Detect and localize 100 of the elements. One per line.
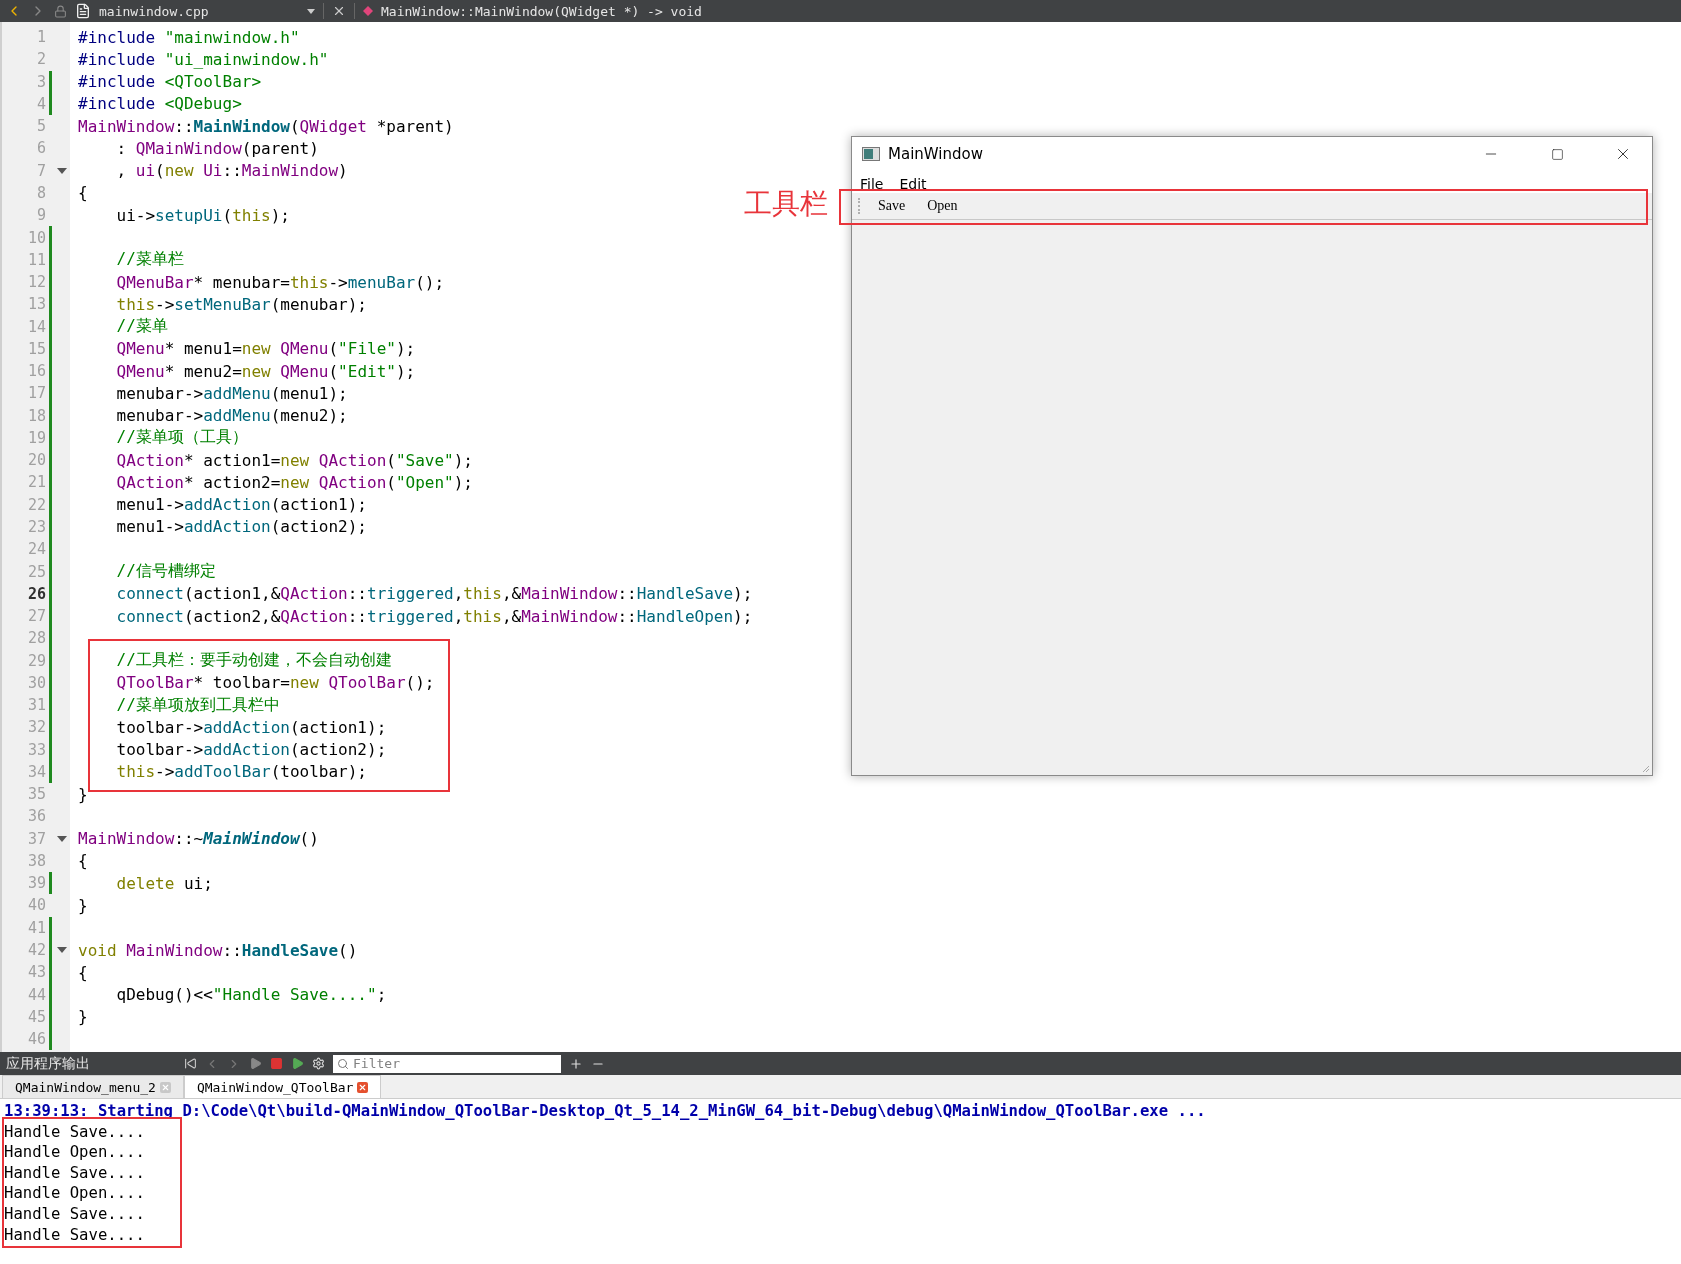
output-tab[interactable]: QMainWindow_menu_2 — [2, 1075, 184, 1098]
line-number: 39 — [26, 874, 46, 893]
code-line: //菜单 — [115, 316, 168, 338]
line-number: 22 — [26, 495, 46, 514]
line-number: 12 — [26, 273, 46, 292]
dropdown-icon[interactable] — [307, 8, 315, 14]
code-line: ui->setupUi(this); — [115, 205, 290, 225]
code-line: #include "ui_mainwindow.h" — [78, 49, 329, 69]
lock-icon[interactable] — [54, 4, 67, 18]
code-line: qDebug()<<"Handle Save...."; — [115, 985, 387, 1005]
code-line: toolbar->addAction(action1); — [115, 717, 387, 737]
code-line: #include <QToolBar> — [78, 72, 262, 92]
menu-item[interactable]: Edit — [899, 176, 927, 193]
line-number: 14 — [26, 317, 46, 336]
code-line: } — [78, 1007, 88, 1027]
maximize-icon[interactable] — [1550, 147, 1564, 161]
output-line: Handle Open.... — [4, 1183, 146, 1204]
clear-icon[interactable] — [184, 1057, 197, 1070]
toolbar-action[interactable]: Open — [921, 196, 964, 216]
line-number: 36 — [26, 807, 46, 826]
code-line: connect(action2,&QAction::triggered,this,&MainWindow::HandleOpen); — [115, 606, 753, 626]
line-number: 10 — [26, 228, 46, 247]
code-line: { — [78, 851, 88, 871]
code-line: void MainWindow::HandleSave() — [78, 940, 358, 960]
line-number: 9 — [35, 206, 46, 225]
filter-field[interactable]: Filter — [333, 1054, 561, 1073]
line-number: 31 — [26, 696, 46, 715]
menu-item[interactable]: File — [860, 176, 884, 193]
line-number: 3 — [35, 72, 46, 91]
line-number: 27 — [26, 607, 46, 626]
code-line: //菜单项（工具） — [115, 427, 248, 449]
line-number: 4 — [35, 94, 46, 113]
line-number: 5 — [35, 117, 46, 136]
output-line: Handle Open.... — [4, 1142, 146, 1163]
toolbar-action[interactable]: Save — [872, 196, 912, 216]
file-icon — [75, 3, 91, 19]
window-title: MainWindow — [888, 145, 984, 163]
symbol-name[interactable]: MainWindow::MainWindow(QWidget *) -> void — [381, 3, 702, 19]
code-line: connect(action1,&QAction::triggered,this,&MainWindow::HandleSave); — [115, 584, 753, 604]
code-line: toolbar->addAction(action2); — [115, 740, 387, 760]
fold-arrow-icon[interactable] — [57, 947, 67, 953]
line-number: 17 — [26, 384, 46, 403]
window-icon — [862, 147, 880, 161]
code-line: //工具栏：要手动创建，不会自动创建 — [115, 650, 392, 672]
line-number: 37 — [26, 829, 46, 848]
size-grip-icon[interactable] — [1642, 765, 1650, 773]
line-number: 11 — [26, 250, 46, 269]
line-number: 28 — [26, 629, 46, 648]
line-number: 23 — [26, 517, 46, 536]
line-number: 20 — [26, 451, 46, 470]
zoom-in-icon[interactable] — [569, 1056, 583, 1071]
code-line: , ui(new Ui::MainWindow) — [115, 161, 348, 181]
line-number: 46 — [26, 1030, 46, 1049]
diamond-icon — [363, 6, 373, 16]
output-tab[interactable]: QMainWindow_QToolBar — [183, 1075, 382, 1098]
line-number: 29 — [26, 651, 46, 670]
line-number: 41 — [26, 918, 46, 937]
line-number: 16 — [26, 362, 46, 381]
code-line: delete ui; — [115, 873, 213, 893]
output-line: Handle Save.... — [4, 1121, 146, 1143]
line-number: 35 — [26, 785, 46, 804]
code-line: //菜单栏 — [115, 249, 184, 271]
line-number: 32 — [26, 718, 46, 737]
fold-arrow-icon[interactable] — [57, 835, 67, 842]
line-number: 34 — [26, 762, 46, 781]
line-number: 33 — [26, 740, 46, 759]
close-icon[interactable] — [332, 4, 346, 18]
line-number: 13 — [26, 295, 46, 314]
line-number: 15 — [26, 339, 46, 358]
line-number: 43 — [26, 963, 46, 982]
output-line: Handle Save.... — [4, 1203, 146, 1225]
output-line: Handle Save.... — [4, 1224, 146, 1246]
code-line: //菜单项放到工具栏中 — [115, 694, 280, 716]
code-line: QMenu* menu2=new QMenu("Edit"); — [115, 361, 416, 381]
panel-title: 应用程序输出 — [6, 1054, 91, 1073]
code-line: } — [78, 896, 88, 915]
line-number: 6 — [35, 139, 46, 158]
output-line: 13:39:13: Starting D:\Code\Qt\build-QMainWindow_QToolBar-Desktop_Qt_5_14_2_MinGW_64_bit-Debug\debug\QMainWindow_QToolBar.exe ... — [4, 1101, 1207, 1122]
code-line: menu1->addAction(action2); — [115, 517, 367, 537]
code-line: menubar->addMenu(menu2); — [115, 406, 348, 426]
code-line: QMenu* menu1=new QMenu("File"); — [115, 339, 416, 359]
output-line: Handle Save.... — [4, 1162, 146, 1184]
code-line: QAction* action2=new QAction("Open"); — [115, 472, 473, 492]
line-number: 18 — [26, 406, 46, 425]
code-line: menu1->addAction(action1); — [115, 495, 367, 515]
debug-run-icon[interactable] — [291, 1057, 304, 1070]
settings-icon[interactable] — [312, 1057, 325, 1070]
line-number: 45 — [26, 1007, 46, 1026]
file-name[interactable]: mainwindow.cpp — [99, 3, 299, 19]
run-icon[interactable] — [249, 1057, 262, 1070]
search-icon — [337, 1057, 349, 1070]
line-number: 40 — [26, 896, 46, 915]
line-number: 42 — [26, 941, 46, 959]
grip-icon[interactable] — [858, 198, 862, 214]
annotation-label: 工具栏 — [744, 186, 828, 222]
code-line: : QMainWindow(parent) — [115, 138, 319, 158]
line-number: 26 — [26, 584, 46, 603]
stop-icon[interactable] — [270, 1057, 283, 1070]
fold-arrow-icon[interactable] — [57, 167, 67, 174]
code-line: } — [78, 784, 88, 804]
